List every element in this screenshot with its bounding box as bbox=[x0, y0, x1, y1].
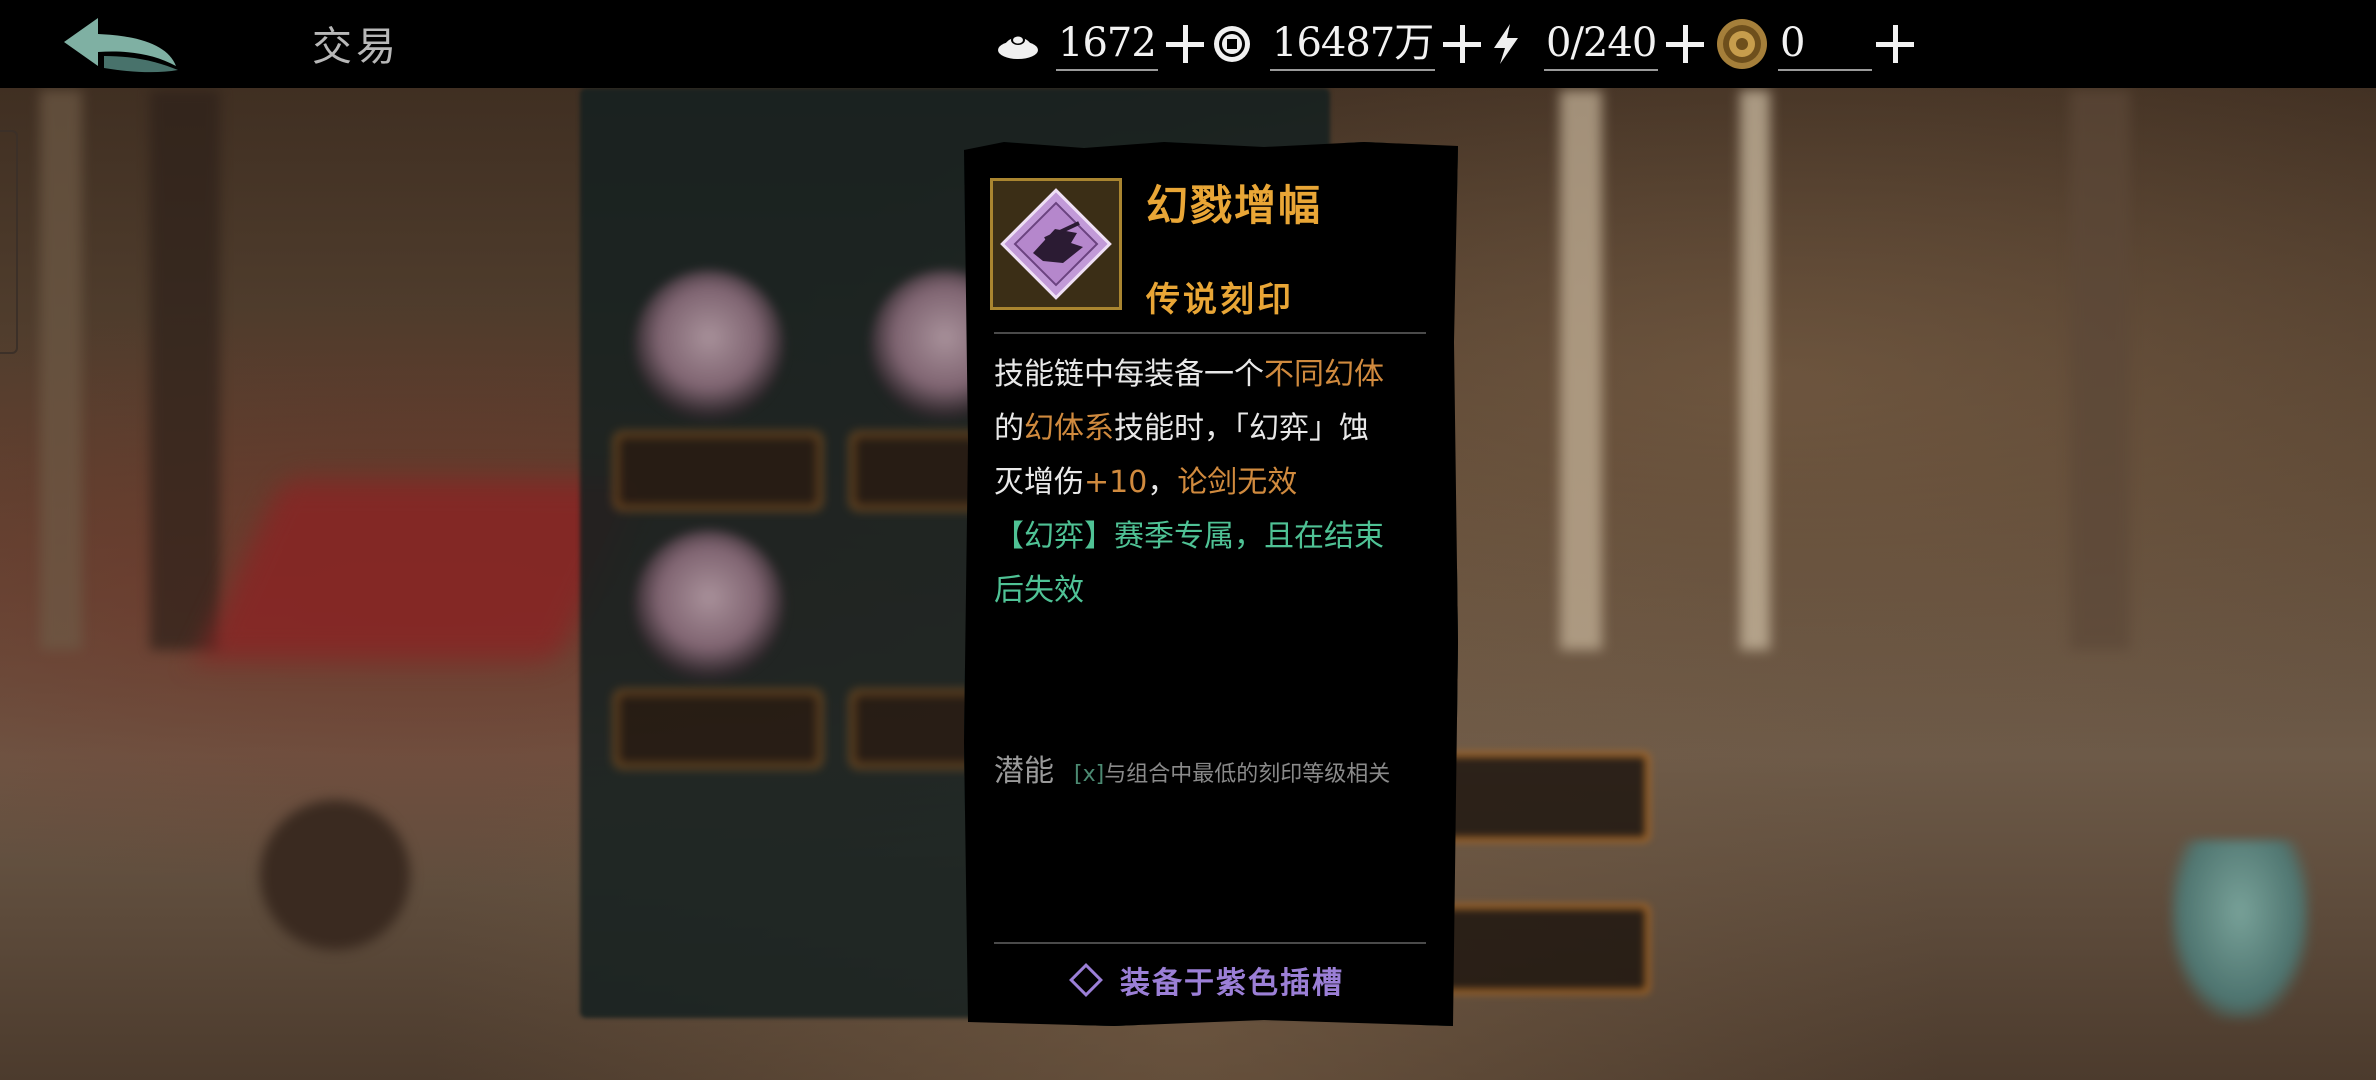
background-pillar bbox=[150, 90, 220, 650]
resource-value: 0 bbox=[1778, 17, 1872, 71]
item-tooltip: 幻戮增幅 传说刻印 技能链中每装备一个不同幻体 的幻体系技能时，「幻弈」蚀 灭增… bbox=[964, 142, 1458, 1026]
background-pillar bbox=[40, 90, 82, 650]
add-stamina-button[interactable] bbox=[1662, 21, 1708, 67]
background-statue bbox=[2170, 840, 2310, 1020]
season-note: 后失效 bbox=[994, 573, 1084, 608]
resource-coins: 16487万 bbox=[1210, 14, 1485, 74]
action-button[interactable] bbox=[1440, 904, 1650, 994]
shop-item-price[interactable] bbox=[614, 432, 822, 510]
game-screen: 交易 1672 16487万 0/240 0 幻戮增幅 传说刻印 技能链中每装备… bbox=[0, 0, 2376, 1080]
equip-slot-hint[interactable]: 装备于紫色插槽 bbox=[1069, 958, 1344, 1002]
resource-silver: 1672 bbox=[996, 14, 1208, 74]
desc-text: 技能链中每装备一个 bbox=[994, 357, 1264, 392]
desc-text: ， bbox=[1147, 465, 1178, 500]
engraving-icon bbox=[1000, 188, 1112, 300]
back-button[interactable] bbox=[58, 12, 188, 78]
desc-line: 灭增伤+10，论剑无效 bbox=[994, 456, 1434, 510]
desc-highlight: +10 bbox=[1084, 465, 1148, 500]
item-name: 幻戮增幅 bbox=[1146, 181, 1323, 230]
coin-icon bbox=[1210, 22, 1254, 66]
season-note: 【幻弈】赛季专属，且在结束 bbox=[994, 519, 1384, 554]
add-coins-button[interactable] bbox=[1439, 21, 1485, 67]
resource-value: 16487万 bbox=[1270, 17, 1436, 71]
resource-stamina: 0/240 bbox=[1484, 14, 1708, 74]
diamond-icon bbox=[1069, 963, 1103, 997]
desc-text: 灭增伤 bbox=[994, 465, 1084, 500]
potential-label: 潜能 bbox=[994, 754, 1054, 789]
action-button[interactable] bbox=[1440, 752, 1650, 842]
equip-slot-label: 装备于紫色插槽 bbox=[1120, 966, 1344, 1001]
add-token-button[interactable] bbox=[1872, 21, 1918, 67]
shop-item-price[interactable] bbox=[614, 690, 822, 768]
item-description: 技能链中每装备一个不同幻体 的幻体系技能时，「幻弈」蚀 灭增伤+10，论剑无效 … bbox=[994, 348, 1434, 618]
potential-value: [x] bbox=[1074, 762, 1105, 787]
item-icon-frame bbox=[990, 178, 1122, 310]
desc-text: 的 bbox=[994, 411, 1024, 446]
background-pillar bbox=[1560, 90, 1602, 650]
desc-highlight: 论剑无效 bbox=[1177, 465, 1298, 500]
token-icon bbox=[1716, 18, 1768, 70]
potential-row: 潜能 [x] 与组合中最低的刻印等级相关 bbox=[994, 746, 1390, 790]
ingot-icon bbox=[996, 22, 1040, 66]
potential-note: 与组合中最低的刻印等级相关 bbox=[1104, 762, 1391, 787]
background-pillar bbox=[1740, 90, 1770, 650]
background-pillar bbox=[2070, 90, 2130, 650]
lightning-icon bbox=[1484, 22, 1528, 66]
desc-highlight: 幻体系 bbox=[1024, 411, 1114, 446]
page-title: 交易 bbox=[312, 24, 400, 70]
divider bbox=[994, 942, 1426, 944]
desc-highlight: 不同幻体 bbox=[1264, 357, 1384, 392]
desc-text: 技能时，「幻弈」蚀 bbox=[1114, 411, 1369, 446]
divider bbox=[994, 332, 1426, 334]
background-stool bbox=[260, 800, 410, 950]
resource-token: 0 bbox=[1716, 14, 1918, 74]
shop-item-icon[interactable] bbox=[634, 270, 784, 420]
desc-line: 技能链中每装备一个不同幻体 bbox=[994, 348, 1434, 402]
side-tab[interactable] bbox=[0, 130, 18, 354]
shop-item-icon[interactable] bbox=[634, 530, 784, 680]
add-silver-button[interactable] bbox=[1162, 21, 1208, 67]
back-arrow-icon bbox=[64, 18, 178, 73]
top-bar: 交易 1672 16487万 0/240 0 bbox=[0, 0, 2376, 88]
item-rarity: 传说刻印 bbox=[1146, 280, 1294, 320]
resource-value: 0/240 bbox=[1544, 17, 1659, 71]
resource-value: 1672 bbox=[1056, 17, 1158, 71]
desc-line: 的幻体系技能时，「幻弈」蚀 bbox=[994, 402, 1434, 456]
